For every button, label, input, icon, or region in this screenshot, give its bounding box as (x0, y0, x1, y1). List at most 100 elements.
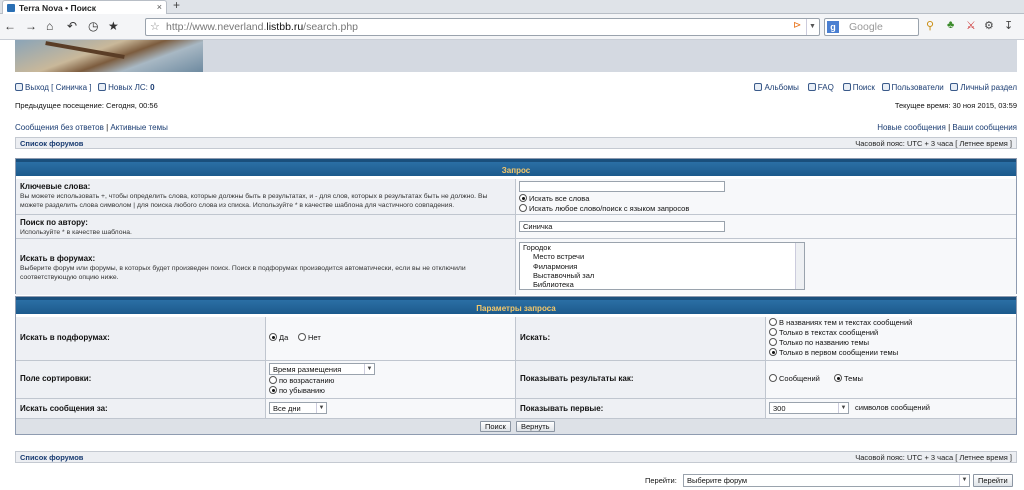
browser-tab[interactable]: Terra Nova • Поиск × (2, 0, 167, 14)
search-in-radio[interactable]: Только по названию темы (769, 338, 869, 347)
quick-links: Сообщения без ответов | Активные темы Но… (15, 123, 1017, 132)
forums-listbox[interactable]: Городок Место встречи Филармония Выставо… (519, 242, 805, 290)
period-select[interactable]: Все дни ▼ (269, 402, 327, 414)
form-actions: Поиск Вернуть (16, 419, 1016, 434)
search-icon (842, 83, 851, 91)
subforums-no-radio[interactable]: Нет (298, 333, 321, 342)
home-icon[interactable]: ⌂ (46, 19, 53, 33)
tools-icon[interactable]: ⚔ (966, 19, 976, 32)
jump-go-button[interactable]: Перейти (973, 474, 1013, 487)
browser-tab-bar: Terra Nova • Поиск × + (0, 0, 1024, 14)
new-posts-link[interactable]: Новые сообщения (877, 123, 946, 132)
subforums-label-cell: Искать в подфорумах: (16, 317, 266, 361)
author-input[interactable]: Синичка (519, 221, 725, 232)
chevron-down-icon: ▼ (316, 403, 326, 413)
bookmark-star-icon[interactable]: ★ (108, 19, 119, 33)
breadcrumb-bottom: Список форумов Часовой пояс: UTC + 3 час… (15, 451, 1017, 463)
active-topics-link[interactable]: Активные темы (110, 123, 167, 132)
search-engine-box[interactable]: g Google (824, 18, 919, 36)
addon-icon[interactable]: ♣ (947, 19, 954, 31)
forward-icon[interactable]: → (25, 19, 37, 33)
url-dropdown-icon[interactable]: ▼ (806, 19, 818, 35)
users-icon (881, 83, 890, 91)
banner-image (15, 40, 203, 72)
forum-option[interactable]: Выставочный зал (523, 271, 801, 280)
logout-icon (15, 83, 23, 91)
profile-icon (950, 83, 959, 91)
forums-label-cell: Искать в форумах: Выберите форум или фор… (16, 239, 516, 295)
sort-desc-radio[interactable]: по убыванию (269, 386, 325, 395)
show-as-label-cell: Показывать результаты как: (516, 361, 766, 399)
chevron-down-icon: ▼ (959, 475, 969, 486)
browser-toolbar: ← → ⌂ ↶ ◷ ★ ☆ http://www.neverland.listb… (0, 14, 1024, 40)
show-as-value-cell: Сообщений Темы (766, 361, 1016, 399)
undo-icon[interactable]: ↶ (67, 19, 77, 33)
period-value-cell: Все дни ▼ (266, 399, 516, 419)
show-first-label-cell: Показывать первые: (516, 399, 766, 419)
keywords-input[interactable] (519, 181, 725, 192)
search-link[interactable]: Поиск (842, 83, 875, 92)
jump-select[interactable]: Выберите форум ▼ (683, 474, 970, 487)
new-pm-link[interactable]: Новых ЛС: 0 (98, 83, 155, 92)
pm-icon (98, 83, 107, 91)
albums-icon (754, 83, 763, 91)
users-link[interactable]: Пользователи (881, 83, 944, 92)
url-text: http://www.neverland.listbb.ru/search.ph… (166, 21, 359, 33)
sort-value-cell: Время размещения ▼ по возрастанию по убыв… (266, 361, 516, 399)
forum-option[interactable]: Филармония (523, 262, 801, 271)
albums-link[interactable]: Альбомы (754, 83, 799, 92)
new-tab-button[interactable]: + (173, 0, 180, 12)
forum-list-link[interactable]: Список форумов (20, 139, 83, 148)
search-engine-placeholder: Google (849, 21, 883, 33)
forum-list-link[interactable]: Список форумов (20, 453, 83, 462)
star-icon[interactable]: ☆ (150, 20, 160, 33)
personal-link[interactable]: Личный раздел (950, 83, 1017, 92)
show-posts-radio[interactable]: Сообщений (769, 374, 820, 383)
listbox-scrollbar[interactable] (795, 243, 804, 289)
visit-info: Предыдущее посещение: Сегодня, 00:56 Тек… (15, 101, 1017, 110)
faq-icon (807, 83, 816, 91)
forum-option[interactable]: Библиотека (523, 280, 801, 289)
match-all-radio[interactable]: Искать все слова (519, 194, 589, 203)
show-first-value-cell: 300 ▼ символов сообщений (766, 399, 1016, 419)
keywords-input-cell: Искать все слова Искать любое слово/поис… (516, 179, 1016, 215)
show-first-select[interactable]: 300 ▼ (769, 402, 849, 414)
address-bar[interactable]: ☆ http://www.neverland.listbb.ru/search.… (145, 18, 820, 36)
forum-option[interactable]: Место встречи (523, 252, 801, 261)
search-in-radio[interactable]: В названиях тем и текстах сообщений (769, 318, 912, 327)
tab-title: Terra Nova • Поиск (19, 3, 96, 13)
timezone-text: Часовой пояс: UTC + 3 часа [ Летнее врем… (855, 453, 1012, 462)
sort-field-select[interactable]: Время размещения ▼ (269, 363, 375, 375)
top-links: Выход [ Синичка ] Новых ЛС: 0 Альбомы FA… (15, 83, 1017, 95)
current-time: Текущее время: 30 ноя 2015, 03:59 (894, 101, 1017, 110)
favicon-icon (7, 4, 15, 12)
history-icon[interactable]: ◷ (88, 19, 98, 33)
search-button[interactable]: Поиск (480, 421, 511, 432)
search-in-radio[interactable]: Только в текстах сообщений (769, 328, 878, 337)
show-topics-radio[interactable]: Темы (834, 374, 863, 383)
chevron-down-icon: ▼ (364, 364, 374, 374)
key-icon[interactable]: ⚲ (926, 19, 934, 32)
your-posts-link[interactable]: Ваши сообщения (952, 123, 1017, 132)
faq-link[interactable]: FAQ (807, 83, 834, 92)
tab-close-icon[interactable]: × (157, 2, 162, 12)
unanswered-link[interactable]: Сообщения без ответов (15, 123, 104, 132)
rss-icon[interactable]: ⊳ (793, 20, 805, 34)
query-panel: Запрос Ключевые слова: Вы можете использ… (15, 158, 1017, 295)
reset-button[interactable]: Вернуть (516, 421, 555, 432)
search-in-value-cell: В названиях тем и текстах сообщений Толь… (766, 317, 1016, 361)
period-label-cell: Искать сообщения за: (16, 399, 266, 419)
forum-option[interactable]: Городок (523, 243, 801, 252)
gear-icon[interactable]: ⚙ (984, 19, 994, 32)
params-header: Параметры запроса (16, 297, 1016, 314)
forums-select-cell: Городок Место встречи Филармония Выставо… (516, 239, 1016, 295)
search-in-radio[interactable]: Только в первом сообщении темы (769, 348, 898, 357)
sort-asc-radio[interactable]: по возрастанию (269, 376, 334, 385)
match-any-radio[interactable]: Искать любое слово/поиск с языком запрос… (519, 204, 689, 213)
subforums-yes-radio[interactable]: Да (269, 333, 288, 342)
google-icon: g (827, 21, 839, 33)
logout-link[interactable]: Выход [ Синичка ] (15, 83, 91, 92)
forum-banner (15, 40, 1017, 72)
back-icon[interactable]: ← (4, 19, 16, 33)
download-icon[interactable]: ↧ (1004, 19, 1013, 32)
